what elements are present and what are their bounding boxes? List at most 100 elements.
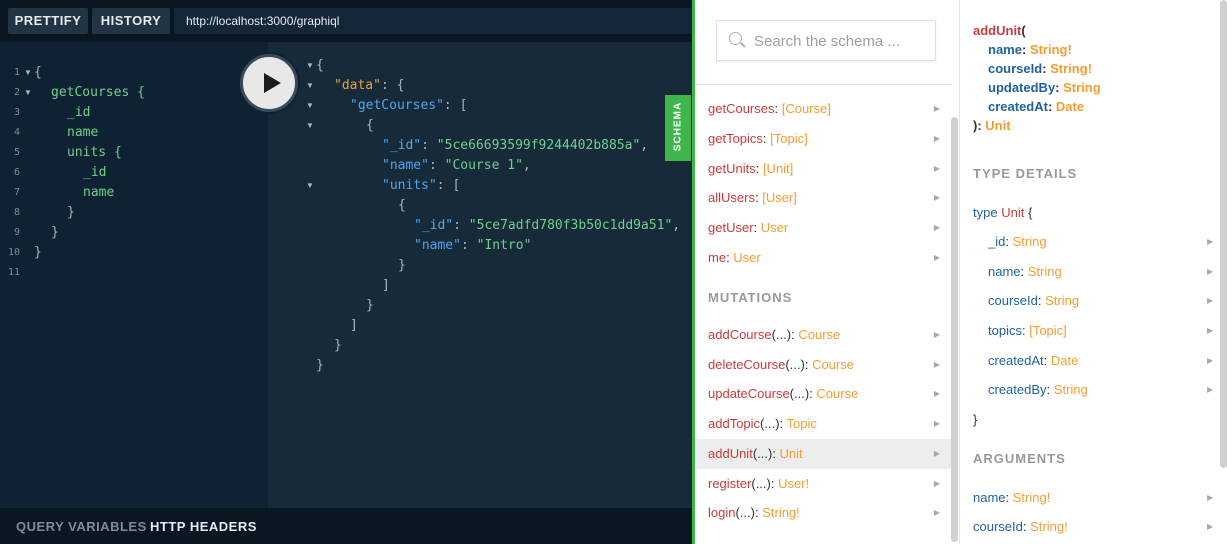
mutation-field-item[interactable]: updateCourse(...): Course ▶	[695, 379, 952, 409]
type-field-name: createdBy	[988, 382, 1047, 397]
mutation-field-item[interactable]: login(...): String! ▶	[695, 498, 952, 528]
type-field[interactable]: name: String	[988, 262, 1062, 281]
field-type[interactable]: Course	[798, 327, 840, 342]
fold-arrow-icon[interactable]: ▼	[306, 56, 314, 76]
query-field-item[interactable]: getUnits: [Unit] ▶	[695, 154, 952, 184]
type-field[interactable]: createdAt: Date	[988, 351, 1078, 370]
type-field[interactable]: _id: String	[988, 232, 1047, 251]
type-keyword: type	[973, 205, 998, 220]
result-line: }	[398, 258, 406, 273]
chevron-right-icon: ▶	[933, 104, 940, 113]
field-name: getCourses	[708, 101, 775, 116]
fold-arrow-icon[interactable]: ▼	[306, 176, 314, 196]
field-name: register	[708, 476, 752, 491]
query-field-item[interactable]: getCourses: [Course] ▶	[695, 94, 952, 124]
chevron-right-icon: ▶	[1207, 493, 1214, 502]
signature-paren: (	[1021, 23, 1026, 38]
arg-type[interactable]: String!	[1030, 42, 1072, 57]
type-field-type[interactable]: String	[1028, 264, 1062, 279]
chevron-right-icon: ▶	[933, 479, 940, 488]
result-line: "data": {	[334, 78, 405, 93]
type-field-type[interactable]: [Topic]	[1029, 323, 1067, 338]
result-viewer: ▼ ▼ ▼ ▼ ▼ { "data": { "getCourses": [ { …	[268, 42, 692, 508]
chevron-right-icon: ▶	[1207, 267, 1214, 276]
argument-item[interactable]: name: String!	[973, 488, 1050, 507]
mutation-field-item[interactable]: deleteCourse(...): Course ▶	[695, 350, 952, 380]
type-field[interactable]: topics: [Topic]	[988, 321, 1067, 340]
line-number: 3	[13, 107, 20, 118]
schema-tab[interactable]: SCHEMA	[665, 95, 691, 161]
fold-arrow-icon[interactable]: ▼	[306, 116, 314, 136]
field-type[interactable]: User	[733, 250, 760, 265]
signature-arg: name: String!	[988, 42, 1072, 57]
query-field-item[interactable]: getTopics: [Topic] ▶	[695, 124, 952, 154]
play-icon	[264, 73, 281, 93]
result-line: {	[398, 198, 406, 213]
history-button[interactable]: HISTORY	[92, 8, 170, 34]
explorer-scrollbar[interactable]	[951, 117, 958, 542]
details-scrollbar[interactable]	[1220, 0, 1227, 468]
type-field[interactable]: createdBy: String	[988, 380, 1088, 399]
mutation-field-item[interactable]: addCourse(...): Course ▶	[695, 320, 952, 350]
field-type[interactable]: Course	[812, 357, 854, 372]
mutation-field-item[interactable]: register(...): User! ▶	[695, 469, 952, 499]
type-field-type[interactable]: Date	[1051, 353, 1078, 368]
field-name: addUnit	[708, 446, 753, 461]
mutation-field-item[interactable]: addUnit(...): Unit ▶	[695, 439, 952, 469]
field-type[interactable]: User	[761, 220, 788, 235]
result-line: "getCourses": [	[350, 98, 468, 113]
result-line: }	[316, 358, 324, 373]
fold-arrow-icon[interactable]: ▼	[306, 76, 314, 96]
json-key: "_id"	[382, 138, 422, 153]
field-type[interactable]: String!	[762, 505, 800, 520]
mutations-heading: MUTATIONS	[708, 290, 793, 305]
field-type[interactable]: Course	[816, 386, 858, 401]
arg-type[interactable]: Date	[1056, 99, 1084, 114]
arg-type[interactable]: String	[1063, 80, 1101, 95]
prettify-button[interactable]: PRETTIFY	[8, 8, 88, 34]
query-field-item[interactable]: me: User ▶	[695, 243, 952, 273]
fold-arrow-icon[interactable]: ▼	[24, 63, 32, 83]
result-line: {	[366, 118, 374, 133]
argument-type[interactable]: String!	[1030, 519, 1068, 534]
result-line: }	[366, 298, 374, 313]
chevron-right-icon: ▶	[933, 330, 940, 339]
fold-arrow-icon[interactable]: ▼	[24, 83, 32, 103]
field-type[interactable]: [Course]	[782, 101, 831, 116]
type-field-type[interactable]: String	[1013, 234, 1047, 249]
schema-search-input[interactable]: Search the schema ...	[716, 20, 936, 61]
query-field-item[interactable]: getUser: User ▶	[695, 213, 952, 243]
return-type[interactable]: Unit	[985, 118, 1010, 133]
field-type[interactable]: User!	[778, 476, 809, 491]
chevron-right-icon: ▶	[933, 253, 940, 262]
search-icon	[729, 32, 742, 45]
field-type[interactable]: Unit	[780, 446, 803, 461]
chevron-right-icon: ▶	[933, 223, 940, 232]
field-type[interactable]: [Topic]	[770, 131, 808, 146]
arg-type[interactable]: String!	[1050, 61, 1092, 76]
type-details-heading: TYPE DETAILS	[973, 166, 1078, 181]
query-variables-tab[interactable]: QUERY VARIABLES	[16, 519, 147, 534]
http-headers-tab[interactable]: HTTP HEADERS	[150, 519, 257, 534]
type-field[interactable]: courseId: String	[988, 291, 1079, 310]
fold-arrow-icon[interactable]: ▼	[306, 96, 314, 116]
type-field-type[interactable]: String	[1045, 293, 1079, 308]
query-editor[interactable]: 1 2 3 4 5 6 7 8 9 10 11 ▼ ▼ { getCourses…	[0, 42, 268, 508]
field-type[interactable]: [Unit]	[763, 161, 793, 176]
line-number: 2	[13, 87, 20, 98]
query-field-item[interactable]: allUsers: [User] ▶	[695, 183, 952, 213]
mutation-field-item[interactable]: addTopic(...): Topic ▶	[695, 409, 952, 439]
field-type[interactable]: [User]	[762, 190, 797, 205]
result-line: "name": "Intro"	[414, 238, 532, 253]
chevron-right-icon: ▶	[933, 134, 940, 143]
execute-query-button[interactable]	[240, 54, 298, 112]
line-number: 4	[13, 127, 20, 138]
argument-item[interactable]: courseId: String!	[973, 517, 1068, 536]
field-type[interactable]: Topic	[787, 416, 817, 431]
type-field-type[interactable]: String	[1054, 382, 1088, 397]
chevron-right-icon: ▶	[933, 419, 940, 428]
field-name: addTopic	[708, 416, 761, 431]
argument-type[interactable]: String!	[1013, 490, 1051, 505]
divider	[695, 84, 952, 85]
url-input[interactable]	[174, 8, 692, 34]
